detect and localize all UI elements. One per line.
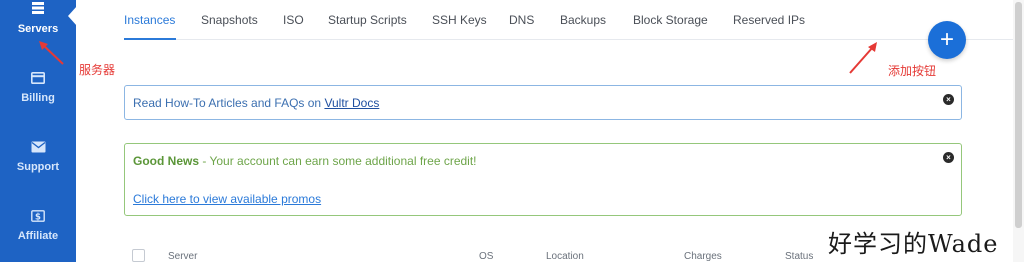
annotation-arrow-add bbox=[849, 42, 877, 74]
sidebar-item-servers[interactable]: Servers bbox=[0, 1, 76, 35]
tab-reserved-ips[interactable]: Reserved IPs bbox=[733, 13, 805, 27]
promos-link[interactable]: Click here to view available promos bbox=[133, 192, 321, 206]
close-icon[interactable]: × bbox=[943, 94, 954, 105]
annotation-arrow-servers bbox=[39, 41, 64, 65]
sidebar-item-affiliate[interactable]: $ Affiliate bbox=[0, 210, 76, 242]
tab-backups[interactable]: Backups bbox=[560, 13, 606, 27]
column-header-status[interactable]: Status bbox=[785, 251, 813, 262]
tab-snapshots[interactable]: Snapshots bbox=[201, 13, 258, 27]
active-tab-underline bbox=[124, 38, 176, 40]
sidebar-item-label: Affiliate bbox=[17, 230, 59, 242]
tab-bar: Instances Snapshots ISO Startup Scripts … bbox=[124, 0, 1024, 40]
sidebar-item-support[interactable]: Support bbox=[0, 141, 76, 173]
promo-message: - Your account can earn some additional … bbox=[199, 154, 477, 168]
column-header-server[interactable]: Server bbox=[168, 251, 197, 262]
scrollbar-thumb[interactable] bbox=[1015, 2, 1022, 228]
plus-icon: + bbox=[939, 26, 954, 53]
docs-banner-prefix: Read How-To Articles and FAQs on bbox=[133, 96, 322, 110]
select-all-checkbox[interactable] bbox=[132, 249, 145, 262]
tab-startup-scripts[interactable]: Startup Scripts bbox=[328, 13, 407, 27]
sidebar-item-label: Support bbox=[16, 161, 60, 173]
servers-icon bbox=[32, 2, 44, 14]
promo-banner: Good News - Your account can earn some a… bbox=[124, 143, 962, 216]
docs-banner-text: Read How-To Articles and FAQs on Vultr D… bbox=[133, 96, 379, 110]
scrollbar[interactable] bbox=[1013, 0, 1024, 262]
promo-strong: Good News bbox=[133, 154, 200, 168]
watermark: 好学习的Wade bbox=[828, 230, 999, 258]
envelope-icon bbox=[31, 141, 45, 153]
vultr-docs-link[interactable]: Vultr Docs bbox=[324, 96, 379, 110]
annotation-servers: 服务器 bbox=[79, 63, 116, 77]
sidebar-item-label: Servers bbox=[17, 23, 59, 35]
column-header-os[interactable]: OS bbox=[479, 251, 493, 262]
tab-instances[interactable]: Instances bbox=[124, 13, 175, 27]
tab-iso[interactable]: ISO bbox=[283, 13, 304, 27]
dollar-icon: $ bbox=[31, 210, 45, 222]
annotation-add-button: 添加按钮 bbox=[888, 64, 937, 78]
tab-dns[interactable]: DNS bbox=[509, 13, 534, 27]
promo-banner-text: Good News - Your account can earn some a… bbox=[133, 154, 477, 168]
tab-block-storage[interactable]: Block Storage bbox=[633, 13, 708, 27]
column-header-charges[interactable]: Charges bbox=[684, 251, 722, 262]
sidebar-item-billing[interactable]: Billing bbox=[0, 72, 76, 104]
sidebar-item-label: Billing bbox=[21, 92, 55, 104]
credit-card-icon bbox=[31, 72, 45, 84]
docs-banner: Read How-To Articles and FAQs on Vultr D… bbox=[124, 85, 962, 120]
tab-ssh-keys[interactable]: SSH Keys bbox=[432, 13, 487, 27]
add-button[interactable]: + bbox=[928, 21, 966, 59]
svg-text:$: $ bbox=[35, 212, 41, 222]
column-header-location[interactable]: Location bbox=[546, 251, 584, 262]
close-icon[interactable]: × bbox=[943, 152, 954, 163]
